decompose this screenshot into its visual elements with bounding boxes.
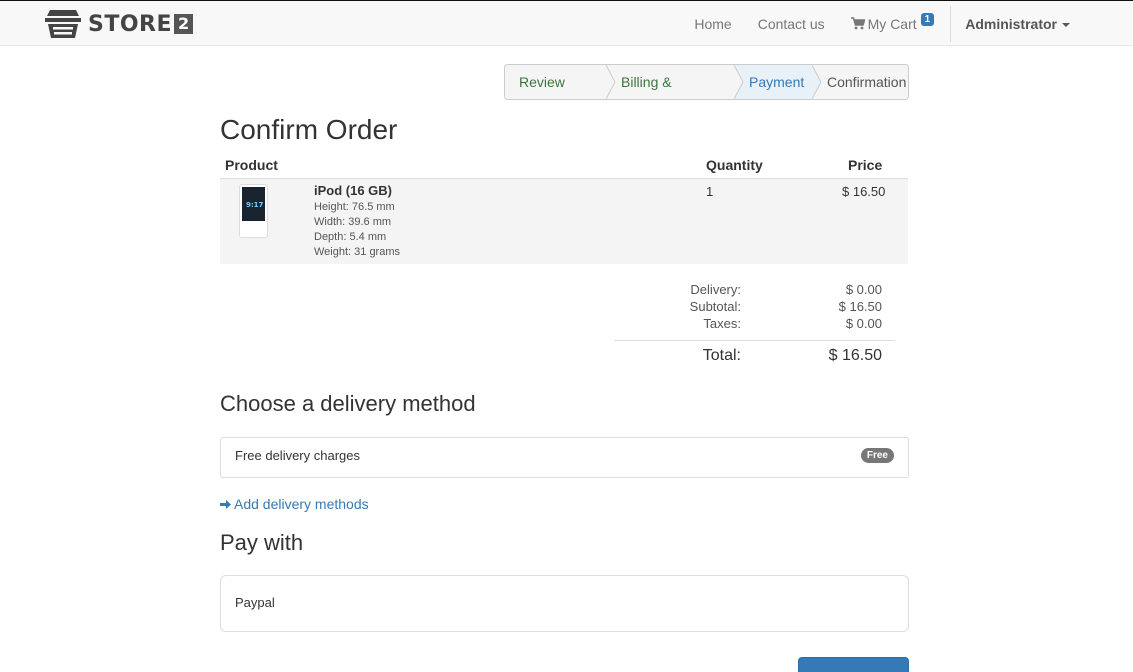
product-spec-weight: Weight: 31 grams — [314, 246, 401, 258]
nav-cart-link[interactable]: My Cart 1 — [838, 1, 948, 46]
user-menu-dropdown[interactable]: Administrator — [952, 1, 1133, 46]
product-spec-height: Height: 76.5 mm — [314, 201, 395, 213]
brand-text: STORE — [88, 11, 173, 37]
total-label: Total: — [702, 347, 741, 364]
column-header-quantity: Quantity — [706, 157, 763, 173]
step-payment[interactable]: Payment — [735, 65, 822, 99]
product-price: $ 16.50 — [842, 184, 886, 199]
user-name: Administrator — [965, 15, 1057, 32]
column-header-price: Price — [848, 157, 883, 173]
proceed-button[interactable] — [798, 657, 909, 672]
subtotal-value: $ 16.50 — [838, 299, 882, 314]
brand-logo[interactable]: STORE 2 — [44, 7, 194, 41]
step-label: Billing & Shipping — [621, 74, 672, 90]
taxes-value: $ 0.00 — [845, 316, 882, 331]
product-name: iPod (16 GB) — [314, 183, 393, 198]
payment-option[interactable]: Paypal — [220, 575, 909, 632]
subtotal-label: Subtotal: — [689, 299, 741, 314]
product-thumbnail[interactable]: 9:17 — [239, 184, 268, 238]
product-quantity: 1 — [706, 184, 714, 199]
delivery-value: $ 0.00 — [845, 282, 882, 297]
brand-number: 2 — [174, 14, 194, 34]
basket-icon — [45, 10, 81, 38]
step-billing-shipping[interactable]: Billing & Shipping — [607, 65, 744, 99]
step-confirmation[interactable]: Confirmation — [813, 65, 908, 99]
payment-option-label: Paypal — [235, 595, 275, 610]
total-value: $ 16.50 — [828, 347, 882, 364]
delivery-label: Delivery: — [690, 282, 741, 297]
nav-home-link[interactable]: Home — [681, 1, 744, 46]
delivery-option[interactable]: Free delivery charges Free — [220, 437, 909, 478]
step-label: Confirmation — [827, 74, 907, 90]
step-review-order[interactable]: Review Order — [505, 65, 616, 99]
product-spec-depth: Depth: 5.4 mm — [314, 231, 387, 243]
step-label: Payment — [749, 74, 805, 90]
nav-links: Home Contact us My Cart 1 Administrator — [681, 1, 1133, 46]
product-spec-width: Width: 39.6 mm — [314, 216, 392, 228]
cart-label: My Cart — [867, 15, 917, 32]
top-navbar: STORE 2 Home Contact us My Cart 1 Admini… — [0, 0, 1133, 46]
caret-down-icon — [1062, 22, 1070, 27]
delivery-price-badge: Free — [860, 448, 894, 463]
chevron-right-icon — [734, 65, 744, 99]
summary-divider — [614, 340, 895, 341]
product-image: 9:17 — [242, 187, 265, 221]
chevron-right-icon — [606, 65, 616, 99]
chevron-right-icon — [812, 65, 822, 99]
nav-divider — [950, 5, 952, 42]
delivery-heading: Choose a delivery method — [220, 391, 476, 416]
step-label: Review Order — [519, 74, 565, 90]
add-delivery-methods-link[interactable]: Add delivery methods — [220, 496, 369, 512]
page-title: Confirm Order — [220, 114, 398, 145]
delivery-option-label: Free delivery charges — [235, 448, 360, 463]
arrow-right-icon — [220, 499, 231, 509]
cart-icon — [850, 17, 865, 30]
taxes-label: Taxes: — [703, 316, 741, 331]
cart-count-badge: 1 — [920, 13, 935, 26]
payment-heading: Pay with — [220, 530, 304, 555]
checkout-steps: Review Order Billing & Shipping Payment … — [504, 64, 909, 100]
product-image-text: 9:17 — [246, 201, 264, 209]
nav-contact-link[interactable]: Contact us — [745, 1, 838, 46]
add-delivery-methods-label: Add delivery methods — [234, 496, 369, 512]
column-header-product: Product — [225, 157, 278, 173]
